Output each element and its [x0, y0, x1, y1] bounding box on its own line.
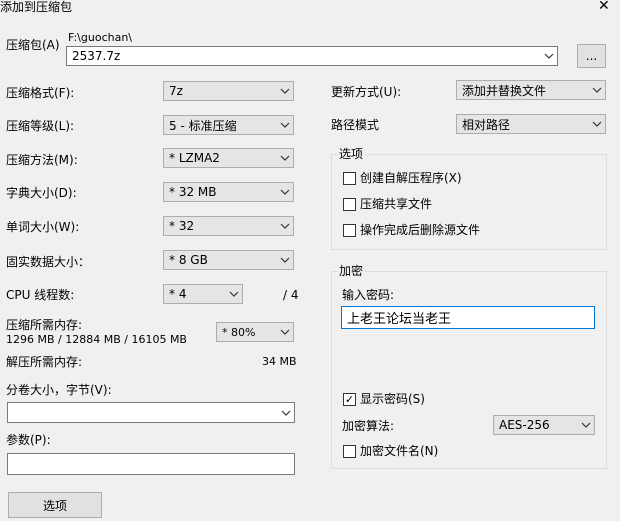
level-label: 压缩等级(L): — [6, 119, 75, 133]
chevron-down-icon — [277, 116, 293, 134]
level-select[interactable]: 5 - 标准压缩 — [163, 115, 294, 135]
pathmode-label: 路径模式 — [331, 118, 380, 132]
format-value: 7z — [169, 84, 183, 98]
window-title: 添加到压缩包 — [0, 0, 73, 14]
chevron-down-icon — [278, 403, 294, 422]
solid-select[interactable]: * 8 GB — [163, 250, 294, 270]
chevron-down-icon — [541, 47, 557, 65]
archive-label: 压缩包(A) — [6, 38, 60, 52]
encryption-method-label: 加密算法: — [342, 419, 395, 433]
solid-label: 固实数据大小： — [6, 255, 91, 269]
encryption-method-select[interactable]: AES-256 — [493, 415, 595, 435]
chevron-down-icon — [277, 149, 293, 167]
shared-files-checkbox[interactable] — [343, 198, 356, 211]
chevron-down-icon — [277, 183, 293, 201]
encrypt-names-checkbox[interactable] — [343, 445, 356, 458]
checkmark-icon: ✓ — [344, 393, 355, 406]
params-input[interactable] — [7, 453, 295, 475]
threads-total: / 4 — [283, 288, 299, 302]
pathmode-select[interactable]: 相对路径 — [456, 114, 606, 134]
chevron-down-icon — [578, 416, 594, 434]
update-value: 添加并替换文件 — [462, 83, 547, 98]
delete-after-checkbox[interactable] — [343, 224, 356, 237]
mem-compress-label: 压缩所需内存: — [6, 318, 83, 332]
encryption-group-title: 加密 — [337, 264, 366, 278]
method-value: * LZMA2 — [169, 151, 220, 165]
password-label: 输入密码: — [342, 288, 395, 302]
close-icon[interactable]: ✕ — [598, 0, 610, 14]
threads-label: CPU 线程数: — [6, 288, 75, 302]
options-button[interactable]: 选项 — [8, 492, 102, 518]
params-label: 参数(P): — [6, 433, 51, 447]
encryption-method-value: AES-256 — [499, 418, 550, 432]
dict-value: * 32 MB — [169, 185, 217, 199]
dict-select[interactable]: * 32 MB — [163, 182, 294, 202]
delete-after-label: 操作完成后删除源文件 — [360, 223, 481, 237]
chevron-down-icon — [277, 251, 293, 269]
volume-combo[interactable] — [7, 402, 295, 423]
encrypt-names-label: 加密文件名(N) — [360, 444, 439, 458]
show-password-label: 显示密码(S) — [360, 392, 425, 406]
threads-value: * 4 — [169, 287, 187, 301]
solid-value: * 8 GB — [169, 253, 208, 267]
update-label: 更新方式(U): — [331, 85, 402, 99]
update-select[interactable]: 添加并替换文件 — [456, 80, 606, 100]
archive-name-combo[interactable]: 2537.7z — [66, 46, 558, 66]
archive-path-hint: F:\guochan\ — [68, 31, 133, 44]
chevron-down-icon — [589, 81, 605, 99]
password-input[interactable]: 上老王论坛当老王 — [341, 306, 595, 329]
chevron-down-icon — [277, 323, 293, 341]
mem-compress-detail: 1296 MB / 12884 MB / 16105 MB — [6, 333, 187, 346]
options-group-title: 选项 — [337, 147, 366, 161]
level-value: 5 - 标准压缩 — [169, 118, 237, 133]
sfx-label: 创建自解压程序(X) — [360, 171, 462, 185]
pathmode-value: 相对路径 — [462, 117, 511, 132]
sfx-checkbox[interactable] — [343, 172, 356, 185]
shared-files-label: 压缩共享文件 — [360, 197, 433, 211]
format-select[interactable]: 7z — [163, 81, 294, 101]
format-label: 压缩格式(F): — [6, 86, 75, 100]
mem-decompress-label: 解压所需内存: — [6, 355, 83, 369]
chevron-down-icon — [277, 217, 293, 235]
word-select[interactable]: * 32 — [163, 216, 294, 236]
chevron-down-icon — [589, 115, 605, 133]
show-password-checkbox[interactable]: ✓ — [343, 393, 356, 406]
mem-decompress-value: 34 MB — [262, 355, 297, 368]
word-value: * 32 — [169, 219, 195, 233]
volume-label: 分卷大小，字节(V): — [6, 383, 112, 397]
threads-select[interactable]: * 4 — [163, 284, 243, 304]
browse-button[interactable]: ... — [577, 44, 606, 68]
method-label: 压缩方法(M): — [6, 153, 78, 167]
word-label: 单词大小(W): — [6, 220, 80, 234]
chevron-down-icon — [226, 285, 242, 303]
chevron-down-icon — [277, 82, 293, 100]
method-select[interactable]: * LZMA2 — [163, 148, 294, 168]
mem-percent-value: * 80% — [222, 325, 256, 339]
archive-name-value: 2537.7z — [72, 49, 121, 63]
mem-percent-select[interactable]: * 80% — [216, 322, 294, 342]
dict-label: 字典大小(D): — [6, 186, 77, 200]
